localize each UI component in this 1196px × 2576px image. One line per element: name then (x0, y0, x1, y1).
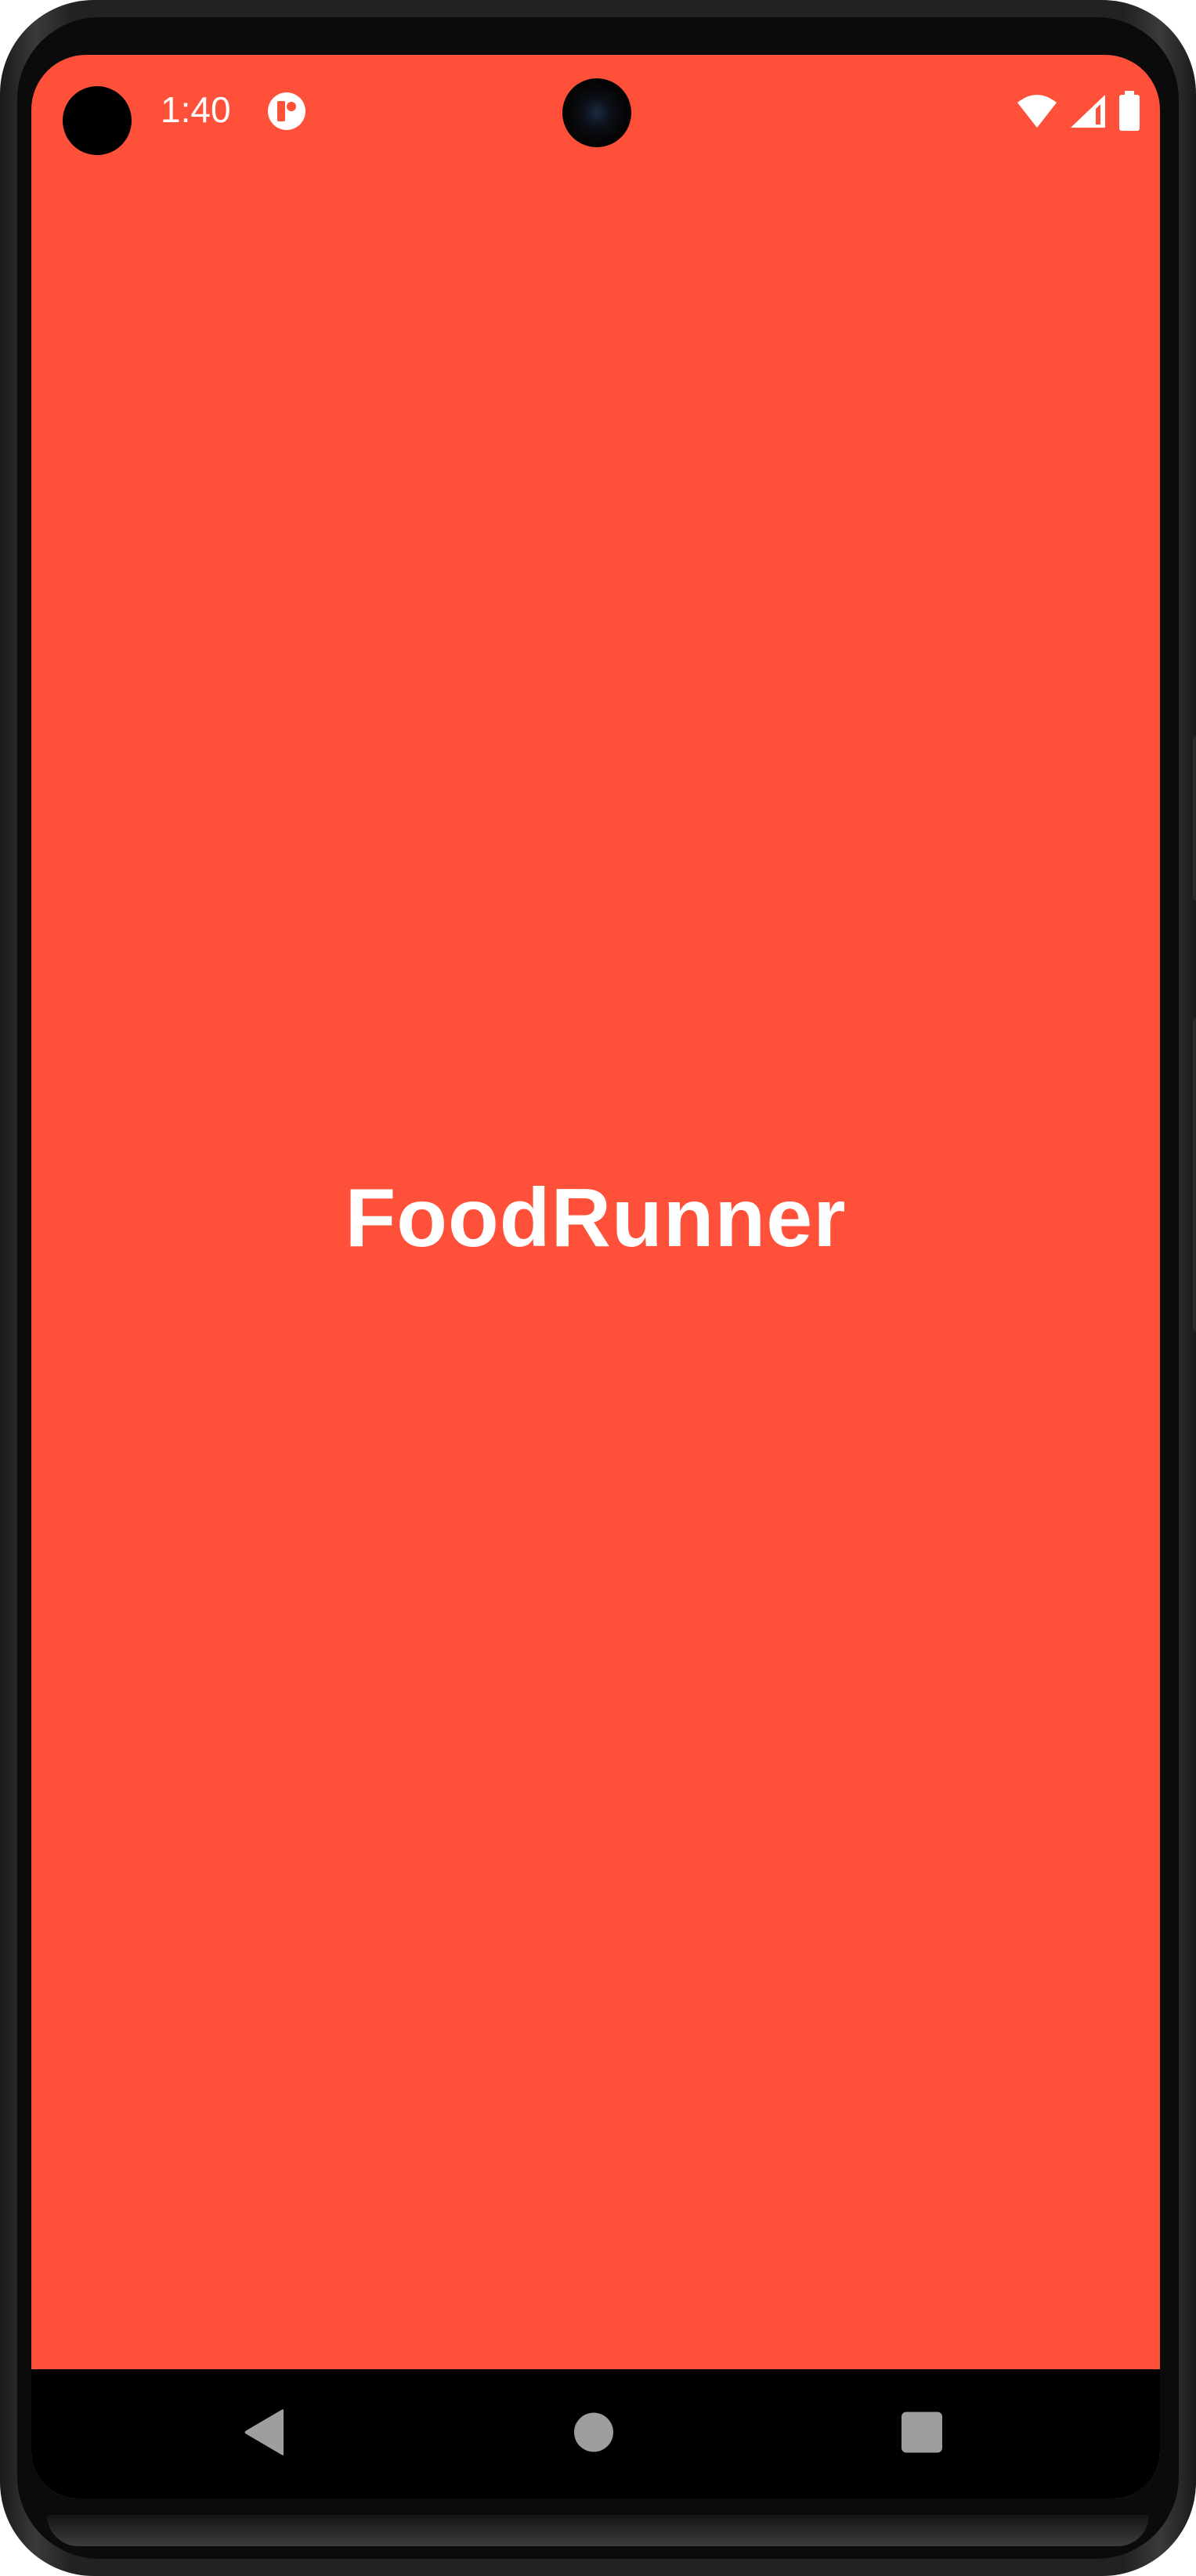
phone-screen: 1:40 FoodRunner (31, 55, 1160, 2498)
recents-square-icon (901, 2411, 943, 2457)
recents-button[interactable] (901, 2411, 943, 2457)
back-triangle-icon (243, 2408, 287, 2459)
navigation-bar (31, 2369, 1160, 2498)
app-name-title: FoodRunner (345, 1172, 847, 1264)
phone-device-frame: 1:40 FoodRunner (0, 0, 1196, 2576)
power-button (1193, 736, 1196, 901)
home-circle-icon (573, 2412, 614, 2456)
volume-button (1193, 1018, 1196, 1331)
home-button[interactable] (573, 2412, 614, 2456)
bottom-chin (47, 2515, 1149, 2546)
back-button[interactable] (243, 2408, 287, 2459)
